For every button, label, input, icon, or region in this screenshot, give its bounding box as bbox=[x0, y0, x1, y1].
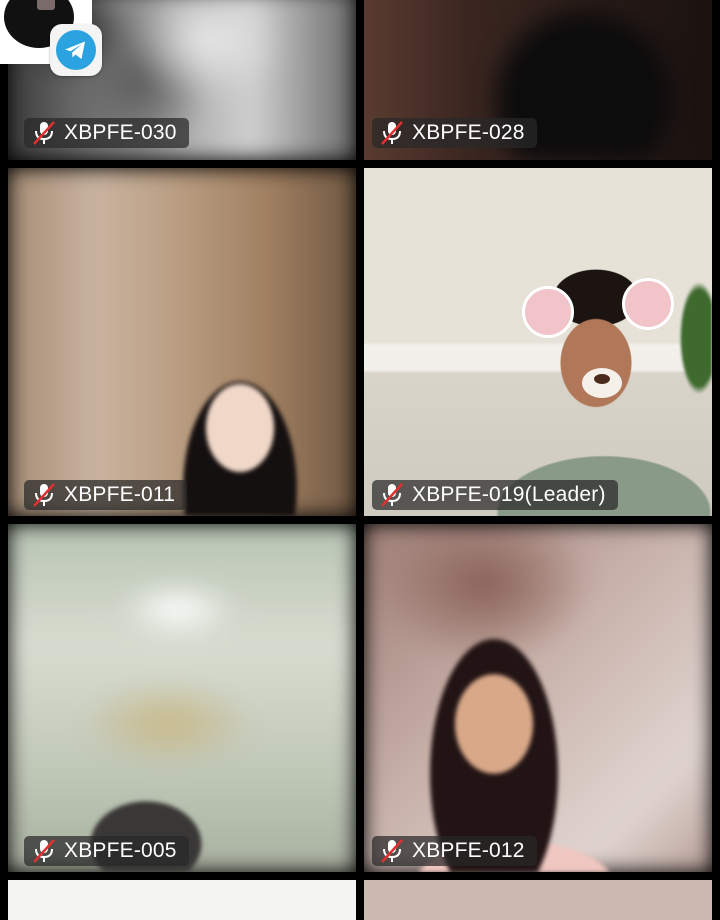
participant-name: XBPFE-030 bbox=[64, 121, 177, 144]
participant-name: XBPFE-011 bbox=[64, 483, 176, 506]
participant-tile-xbpfe-005[interactable]: XBPFE-005 bbox=[8, 524, 356, 872]
video-feed-subject bbox=[8, 524, 356, 872]
mic-muted-icon bbox=[33, 839, 55, 863]
video-feed-subject bbox=[364, 524, 712, 872]
participant-grid: XBPFE-030 XBPFE-028 XBPFE-011 XBPFE-019(… bbox=[0, 0, 720, 920]
bear-nose-icon bbox=[582, 368, 622, 398]
participant-tile-xbpfe-012[interactable]: XBPFE-012 bbox=[364, 524, 712, 872]
mic-muted-icon bbox=[33, 483, 55, 507]
video-feed-subject bbox=[8, 168, 356, 516]
telegram-icon bbox=[50, 24, 102, 76]
participant-name-tag: XBPFE-019(Leader) bbox=[372, 480, 618, 510]
participant-name-tag: XBPFE-011 bbox=[24, 480, 188, 510]
participant-name: XBPFE-012 bbox=[412, 839, 525, 862]
participant-name: XBPFE-005 bbox=[64, 839, 177, 862]
participant-tile-xbpfe-019-leader[interactable]: XBPFE-019(Leader) bbox=[364, 168, 712, 516]
bear-ear-left-icon bbox=[522, 286, 574, 338]
mic-muted-icon bbox=[381, 121, 403, 145]
participant-tile-xbpfe-011[interactable]: XBPFE-011 bbox=[8, 168, 356, 516]
video-feed-subject bbox=[364, 168, 712, 516]
bear-ear-right-icon bbox=[622, 278, 674, 330]
participant-name-tag: XBPFE-030 bbox=[24, 118, 189, 148]
participant-tile-partial[interactable] bbox=[364, 880, 712, 920]
mic-muted-icon bbox=[381, 839, 403, 863]
mic-muted-icon bbox=[381, 483, 403, 507]
mic-muted-icon bbox=[33, 121, 55, 145]
participant-tile-xbpfe-028[interactable]: XBPFE-028 bbox=[364, 0, 712, 160]
participant-name: XBPFE-028 bbox=[412, 121, 525, 144]
participant-name-tag: XBPFE-028 bbox=[372, 118, 537, 148]
participant-name: XBPFE-019(Leader) bbox=[412, 483, 606, 506]
participant-name-tag: XBPFE-012 bbox=[372, 836, 537, 866]
participant-tile-partial[interactable] bbox=[8, 880, 356, 920]
floating-chat-bubble[interactable] bbox=[0, 0, 102, 76]
participant-name-tag: XBPFE-005 bbox=[24, 836, 189, 866]
